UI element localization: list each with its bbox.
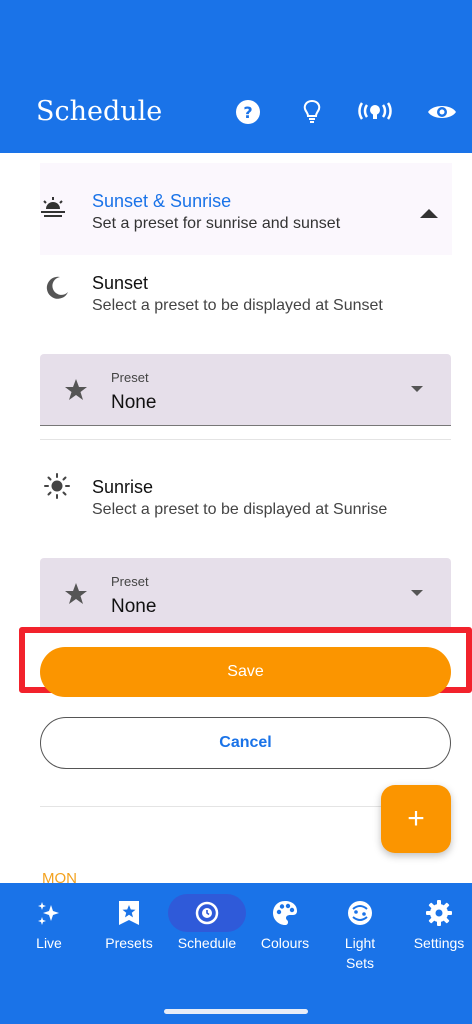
light-sets-icon xyxy=(348,901,372,925)
schedule-clock-icon xyxy=(195,901,219,925)
day-label: MON xyxy=(42,870,77,883)
nav-colours[interactable]: Colours xyxy=(253,893,317,953)
dropdown-arrow-icon xyxy=(411,590,423,596)
star-bookmark-icon xyxy=(119,901,139,925)
sunrise-title: Sunrise xyxy=(92,477,154,497)
nav-settings[interactable]: Settings xyxy=(406,893,472,953)
star-icon xyxy=(65,583,87,604)
sunrise-description: Select a preset to be displayed at Sunri… xyxy=(92,501,388,518)
nav-live[interactable]: Live xyxy=(24,893,74,953)
add-schedule-fab[interactable]: + xyxy=(381,785,451,853)
nav-label-colours: Colours xyxy=(260,935,310,951)
dropdown-arrow-icon xyxy=(411,386,423,392)
nav-schedule[interactable]: Schedule xyxy=(168,893,246,953)
collapse-caret-icon[interactable] xyxy=(420,209,438,218)
preset-value: None xyxy=(111,596,157,617)
gear-icon xyxy=(426,900,452,926)
eye-icon xyxy=(428,106,456,118)
sun-icon xyxy=(44,473,70,499)
svg-text:?: ? xyxy=(243,103,252,122)
bulb-button[interactable] xyxy=(295,95,329,129)
sunset-description: Select a preset to be displayed at Sunse… xyxy=(92,297,383,314)
sunset-title: Sunset xyxy=(92,273,149,293)
nav-presets[interactable]: Presets xyxy=(96,893,162,953)
palette-icon xyxy=(273,901,297,925)
preset-label: Preset xyxy=(111,574,149,589)
help-icon: ? xyxy=(236,100,260,124)
schedule-content: Sunset & Sunrise Set a preset for sunris… xyxy=(0,153,472,883)
divider xyxy=(40,439,451,440)
broadcast-icon xyxy=(358,102,392,120)
help-button[interactable]: ? xyxy=(231,95,265,129)
section-subtitle: Set a preset for sunrise and sunset xyxy=(92,215,341,232)
moon-icon xyxy=(46,276,68,299)
preset-value: None xyxy=(111,392,157,413)
app-header: Schedule ? xyxy=(0,0,472,153)
sunset-preset-dropdown[interactable]: Preset None xyxy=(40,354,451,426)
star-icon xyxy=(65,379,87,400)
nav-label-light-sets: Light Sets xyxy=(344,935,376,971)
sunset-sunrise-section-header[interactable]: Sunset & Sunrise Set a preset for sunris… xyxy=(40,163,452,255)
bottom-navigation: Live Presets Schedule Colours Light Sets… xyxy=(0,883,472,1024)
page-title: Schedule xyxy=(36,96,163,127)
bulb-icon xyxy=(303,99,321,123)
nav-label-settings: Settings xyxy=(413,935,465,951)
nav-light-sets[interactable]: Light Sets xyxy=(330,893,390,973)
cancel-button[interactable]: Cancel xyxy=(40,717,451,769)
nav-label-presets: Presets xyxy=(105,935,153,951)
sunset-horizon-icon xyxy=(41,197,65,217)
section-title: Sunset & Sunrise xyxy=(92,191,232,211)
nav-label-live: Live xyxy=(36,935,62,951)
nav-label-schedule: Schedule xyxy=(177,935,237,951)
nav-active-indicator xyxy=(168,894,246,932)
sunrise-preset-dropdown[interactable]: Preset None xyxy=(40,558,451,630)
preset-label: Preset xyxy=(111,370,149,385)
broadcast-button[interactable] xyxy=(358,95,392,129)
save-button[interactable]: Save xyxy=(40,647,451,697)
sparkles-icon xyxy=(38,902,59,925)
home-indicator[interactable] xyxy=(164,1009,308,1014)
eye-button[interactable] xyxy=(425,95,459,129)
